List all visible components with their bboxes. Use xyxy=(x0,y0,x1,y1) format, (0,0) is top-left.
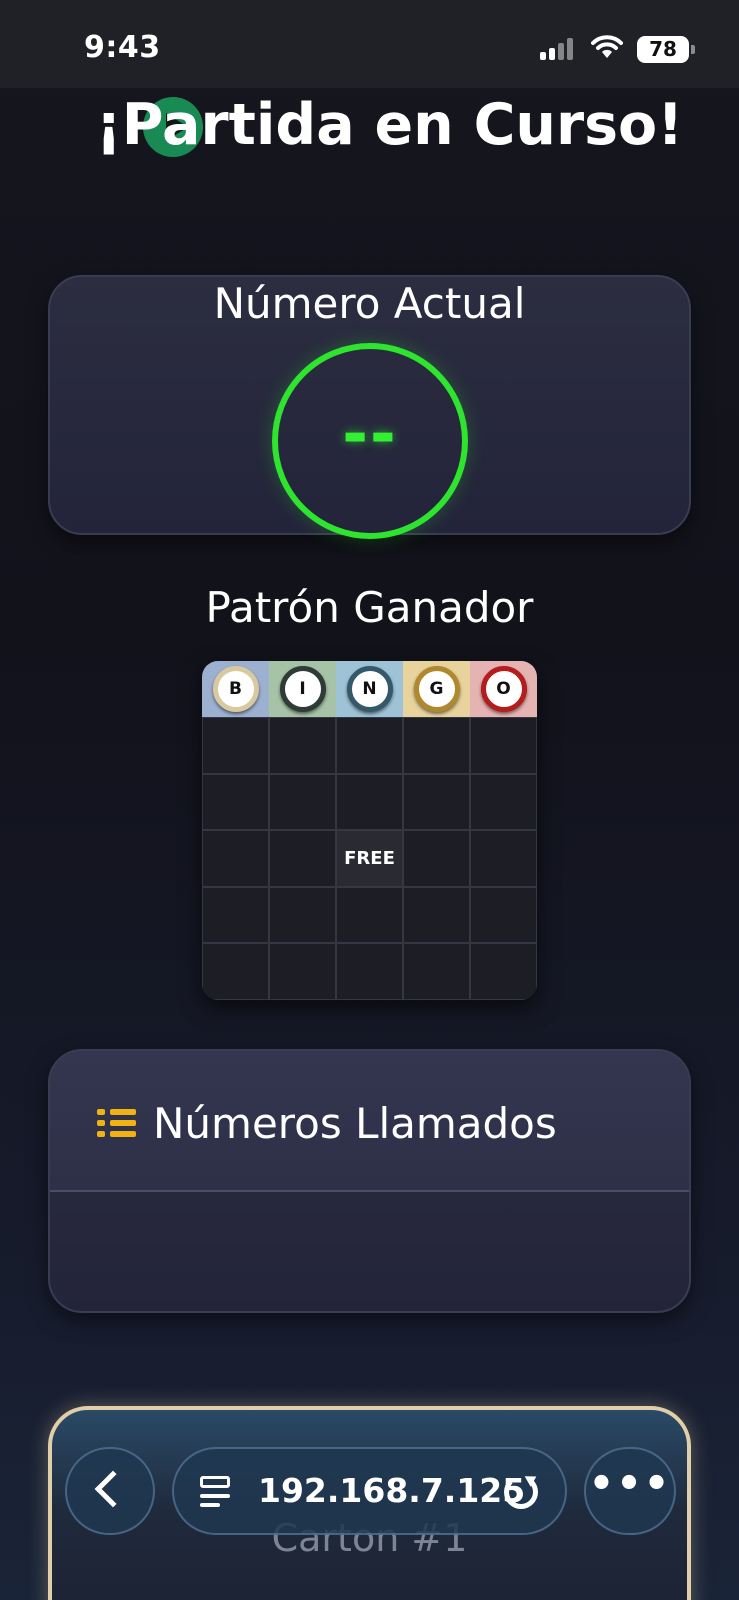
bingo-column-header: B xyxy=(202,661,269,717)
browser-back-button[interactable] xyxy=(65,1447,155,1535)
bingo-cell xyxy=(269,717,336,774)
bingo-cell xyxy=(336,943,403,1000)
bingo-cell xyxy=(202,943,269,1000)
bingo-column-header: I xyxy=(269,661,336,717)
address-bar[interactable]: 192.168.7.125 xyxy=(172,1447,567,1535)
bingo-cells: FREE xyxy=(202,717,537,1000)
bingo-cell xyxy=(470,886,537,944)
bingo-cell xyxy=(202,773,269,831)
bingo-cell xyxy=(336,773,403,831)
bingo-cell xyxy=(202,830,269,887)
status-time: 9:43 xyxy=(84,30,161,65)
current-number-value: -- xyxy=(342,397,398,470)
winning-pattern-label: Patrón Ganador xyxy=(205,583,534,632)
called-numbers-card: Números Llamados xyxy=(48,1049,691,1313)
bingo-cell xyxy=(269,943,336,1000)
bingo-cell xyxy=(269,773,336,831)
list-icon xyxy=(97,1107,137,1139)
bingo-ball-icon: O xyxy=(480,666,527,712)
bingo-letter: G xyxy=(429,679,444,699)
called-numbers-label: Números Llamados xyxy=(153,1099,557,1148)
bingo-cell xyxy=(202,717,269,774)
page-title: ¡Partida en Curso! xyxy=(0,90,739,160)
bingo-cell xyxy=(403,886,470,944)
bingo-cell xyxy=(403,943,470,1000)
bingo-cell xyxy=(470,943,537,1000)
called-numbers-header: Números Llamados xyxy=(50,1051,689,1192)
bingo-cell xyxy=(269,886,336,944)
bingo-cell xyxy=(403,830,470,887)
page-title-text: ¡Partida en Curso! xyxy=(95,92,684,158)
bingo-cell xyxy=(202,886,269,944)
bingo-pattern-grid: B I N G O FREE xyxy=(202,661,537,1000)
current-number-card: Número Actual -- xyxy=(48,275,691,539)
bingo-letter: I xyxy=(299,679,306,699)
page-menu-icon xyxy=(200,1474,234,1508)
bingo-ball-icon: G xyxy=(413,666,460,712)
status-bar: 9:43 78 xyxy=(0,0,739,88)
bingo-cell xyxy=(336,717,403,774)
cellular-signal-icon xyxy=(540,38,576,60)
wifi-icon xyxy=(591,35,623,58)
bingo-cell xyxy=(269,830,336,887)
bingo-ball-icon: B xyxy=(212,666,259,712)
bingo-column-header: O xyxy=(470,661,537,717)
reload-icon[interactable] xyxy=(504,1475,538,1509)
bingo-cell xyxy=(336,886,403,944)
bingo-cell xyxy=(403,717,470,774)
more-icon: ••• xyxy=(588,1461,672,1507)
bingo-column-header: N xyxy=(336,661,403,717)
bingo-free-cell: FREE xyxy=(336,830,403,887)
bingo-cell xyxy=(403,773,470,831)
bingo-cell xyxy=(470,773,537,831)
current-number-circle: -- xyxy=(272,343,468,539)
bingo-letter: N xyxy=(362,679,377,699)
bingo-header: BINGO xyxy=(202,661,537,717)
battery-icon: 78 xyxy=(637,36,695,63)
bingo-column-header: G xyxy=(403,661,470,717)
chevron-left-icon xyxy=(94,1470,132,1508)
bingo-ball-icon: N xyxy=(346,666,393,712)
bingo-letter: O xyxy=(496,679,511,699)
current-number-label: Número Actual xyxy=(213,279,526,328)
url-text: 192.168.7.125 xyxy=(258,1471,526,1510)
bingo-cell xyxy=(470,717,537,774)
browser-more-button[interactable]: ••• xyxy=(584,1447,676,1535)
bingo-letter: B xyxy=(229,679,242,699)
bingo-ball-icon: I xyxy=(279,666,326,712)
bingo-cell xyxy=(470,830,537,887)
